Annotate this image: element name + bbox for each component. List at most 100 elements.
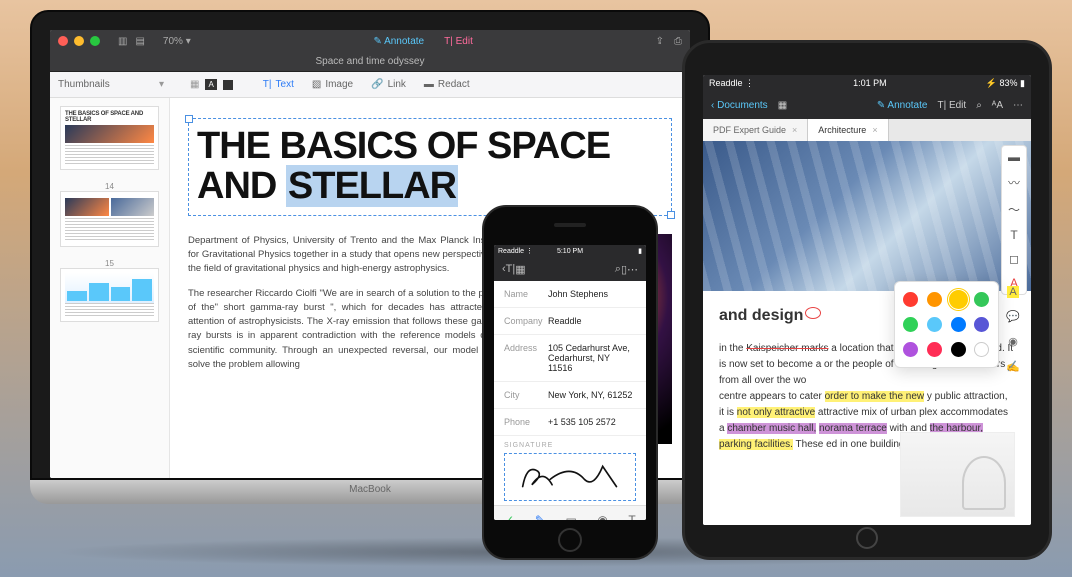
status-bar: Readdle ⋮ 1:01 PM ⚡ 83% ▮ [703,75,1031,91]
share-icon[interactable]: ⇪ [656,36,664,47]
body-text[interactable]: Department of Physics, University of Tre… [188,234,506,444]
signature-label: SIGNATURE [494,436,646,449]
annotate-mode[interactable]: ✎ Annotate [373,36,424,47]
pen-icon[interactable]: ✎ [535,513,545,521]
font-icon[interactable]: A [205,79,216,90]
pen-icon[interactable]: 〰 [1008,174,1020,191]
iphone-device: Readdle ⋮ 5:10 PM ▮ ‹ T| ▦ ⌕ ▯ ⋯ Name Jo… [482,205,658,560]
more-icon[interactable]: ⋯ [627,263,638,276]
color-swatch[interactable] [974,317,989,332]
field-value[interactable]: +1 535 105 2572 [548,417,636,427]
home-button[interactable] [558,528,582,552]
highlight-purple: norama terrace [819,423,887,434]
form-row[interactable]: Address 105 Cedarhurst Ave, Cedarhurst, … [494,335,646,382]
status-bar: Readdle ⋮ 5:10 PM ▮ [494,245,646,257]
text-align-icon[interactable]: ▦ [190,79,199,90]
tab-redact[interactable]: ▬ Redact [424,79,470,90]
color-swatch[interactable] [903,292,918,307]
zoom-dropdown[interactable]: 70% ▾ [163,36,191,47]
checkmark-icon[interactable]: ✓ [504,513,514,521]
close-tab-icon[interactable]: × [872,119,877,141]
carrier-label: Readdle ⋮ [498,247,533,255]
page-thumbnail[interactable]: THE BASICS OF SPACE AND STELLAR [60,106,159,170]
lock-icon[interactable]: ⎙ [674,36,682,47]
close-icon[interactable] [58,36,68,46]
color-swatch[interactable] [927,317,942,332]
signature-box[interactable] [504,453,636,501]
color-swatch[interactable] [903,342,918,357]
page-thumbnail[interactable] [60,191,159,247]
strikethrough-text: Kaispeicher marks [746,343,828,354]
highlight-purple: chamber music hall, [727,423,816,434]
field-label: Name [504,289,548,299]
article-heading[interactable]: and design [719,303,803,329]
color-swatch[interactable] [903,317,918,332]
color-swatch[interactable] [951,317,966,332]
comment-icon[interactable]: 💬 [1006,310,1020,323]
tab-architecture[interactable]: Architecture × [808,119,888,141]
annotate-mode[interactable]: ✎ Annotate [877,100,928,111]
color-swatch[interactable] [974,292,989,307]
clock: 1:01 PM [754,78,986,88]
highlight-yellow: order to make the new [825,391,925,402]
more-icon[interactable]: ⋯ [1013,100,1023,111]
signature-icon[interactable]: ✍ [1006,360,1020,373]
form-row[interactable]: Company Readdle [494,308,646,335]
color-swatch[interactable] [951,292,966,307]
bottom-toolbar: ✓ ✎ ▭ ◉ T [494,505,646,520]
edit-toolbar: Thumbnails ▾ ▦ A T| Text ▧ Image 🔗 Link … [50,72,690,98]
tab-pdf-guide[interactable]: PDF Expert Guide × [703,119,808,141]
field-value[interactable]: Readdle [548,316,636,326]
edit-mode[interactable]: T| Edit [444,36,473,47]
text-highlight-icon[interactable]: A [1007,286,1018,298]
grid-icon[interactable]: ▦ [778,100,787,111]
comment-icon[interactable]: ▭ [565,513,576,521]
annotation-tools: ▬ 〰 〜 T ◻ A̲ [1001,145,1027,295]
color-swatch[interactable] [951,342,966,357]
iphone-toolbar: ‹ T| ▦ ⌕ ▯ ⋯ [494,257,646,281]
color-icon[interactable] [223,80,233,90]
home-button[interactable] [856,527,878,549]
close-tab-icon[interactable]: × [792,119,797,141]
document-body[interactable]: and design in the Kaispeicher marks a lo… [703,141,1031,525]
maximize-icon[interactable] [90,36,100,46]
field-label: Address [504,343,548,373]
brush-icon[interactable]: 〜 [1008,201,1020,218]
text-selection-box[interactable]: THE BASICS OF SPACE AND STELLAR [188,118,672,216]
minimize-icon[interactable] [74,36,84,46]
color-swatch[interactable] [974,342,989,357]
field-label: Phone [504,417,548,427]
edit-mode[interactable]: T| Edit [937,100,966,111]
page-thumbnail[interactable] [60,268,159,322]
back-button[interactable]: ‹ Documents [711,100,768,111]
stamp-icon[interactable]: ◉ [597,513,607,521]
field-value[interactable]: New York, NY, 61252 [548,390,636,400]
color-picker: A 💬 ◉ ✍ [894,281,999,368]
text-size-icon[interactable]: ᴬA [992,100,1003,111]
text-tool-icon[interactable]: T| [506,263,516,275]
page-number: 15 [60,259,159,268]
search-icon[interactable]: ⌕ [976,100,982,111]
field-value[interactable]: John Stephens [548,289,636,299]
tab-link[interactable]: 🔗 Link [371,79,406,90]
battery-indicator: ⚡ 83% ▮ [986,78,1025,89]
color-swatch[interactable] [927,342,942,357]
form-row[interactable]: Phone +1 535 105 2572 [494,409,646,436]
text-icon[interactable]: T [628,513,635,521]
stamp-icon[interactable]: ◉ [1008,335,1018,348]
tab-text[interactable]: T| Text [263,79,294,90]
sidebar-toggle-icon[interactable]: ▥ [118,36,127,47]
carrier-label: Readdle ⋮ [709,78,754,89]
form-row[interactable]: City New York, NY, 61252 [494,382,646,409]
document-title: Space and time odyssey [50,52,690,72]
form-row[interactable]: Name John Stephens [494,281,646,308]
tab-image[interactable]: ▧ Image [312,79,353,90]
highlighter-icon[interactable]: ▬ [1008,150,1020,164]
field-value[interactable]: 105 Cedarhurst Ave, Cedarhurst, NY 11516 [548,343,636,373]
view-icon[interactable]: ▤ [135,36,144,47]
chevron-down-icon[interactable]: ▾ [159,79,164,90]
grid-icon[interactable]: ▦ [515,263,525,276]
text-tool-icon[interactable]: T [1010,228,1017,242]
color-swatch[interactable] [927,292,942,307]
shape-icon[interactable]: ◻ [1009,252,1019,266]
